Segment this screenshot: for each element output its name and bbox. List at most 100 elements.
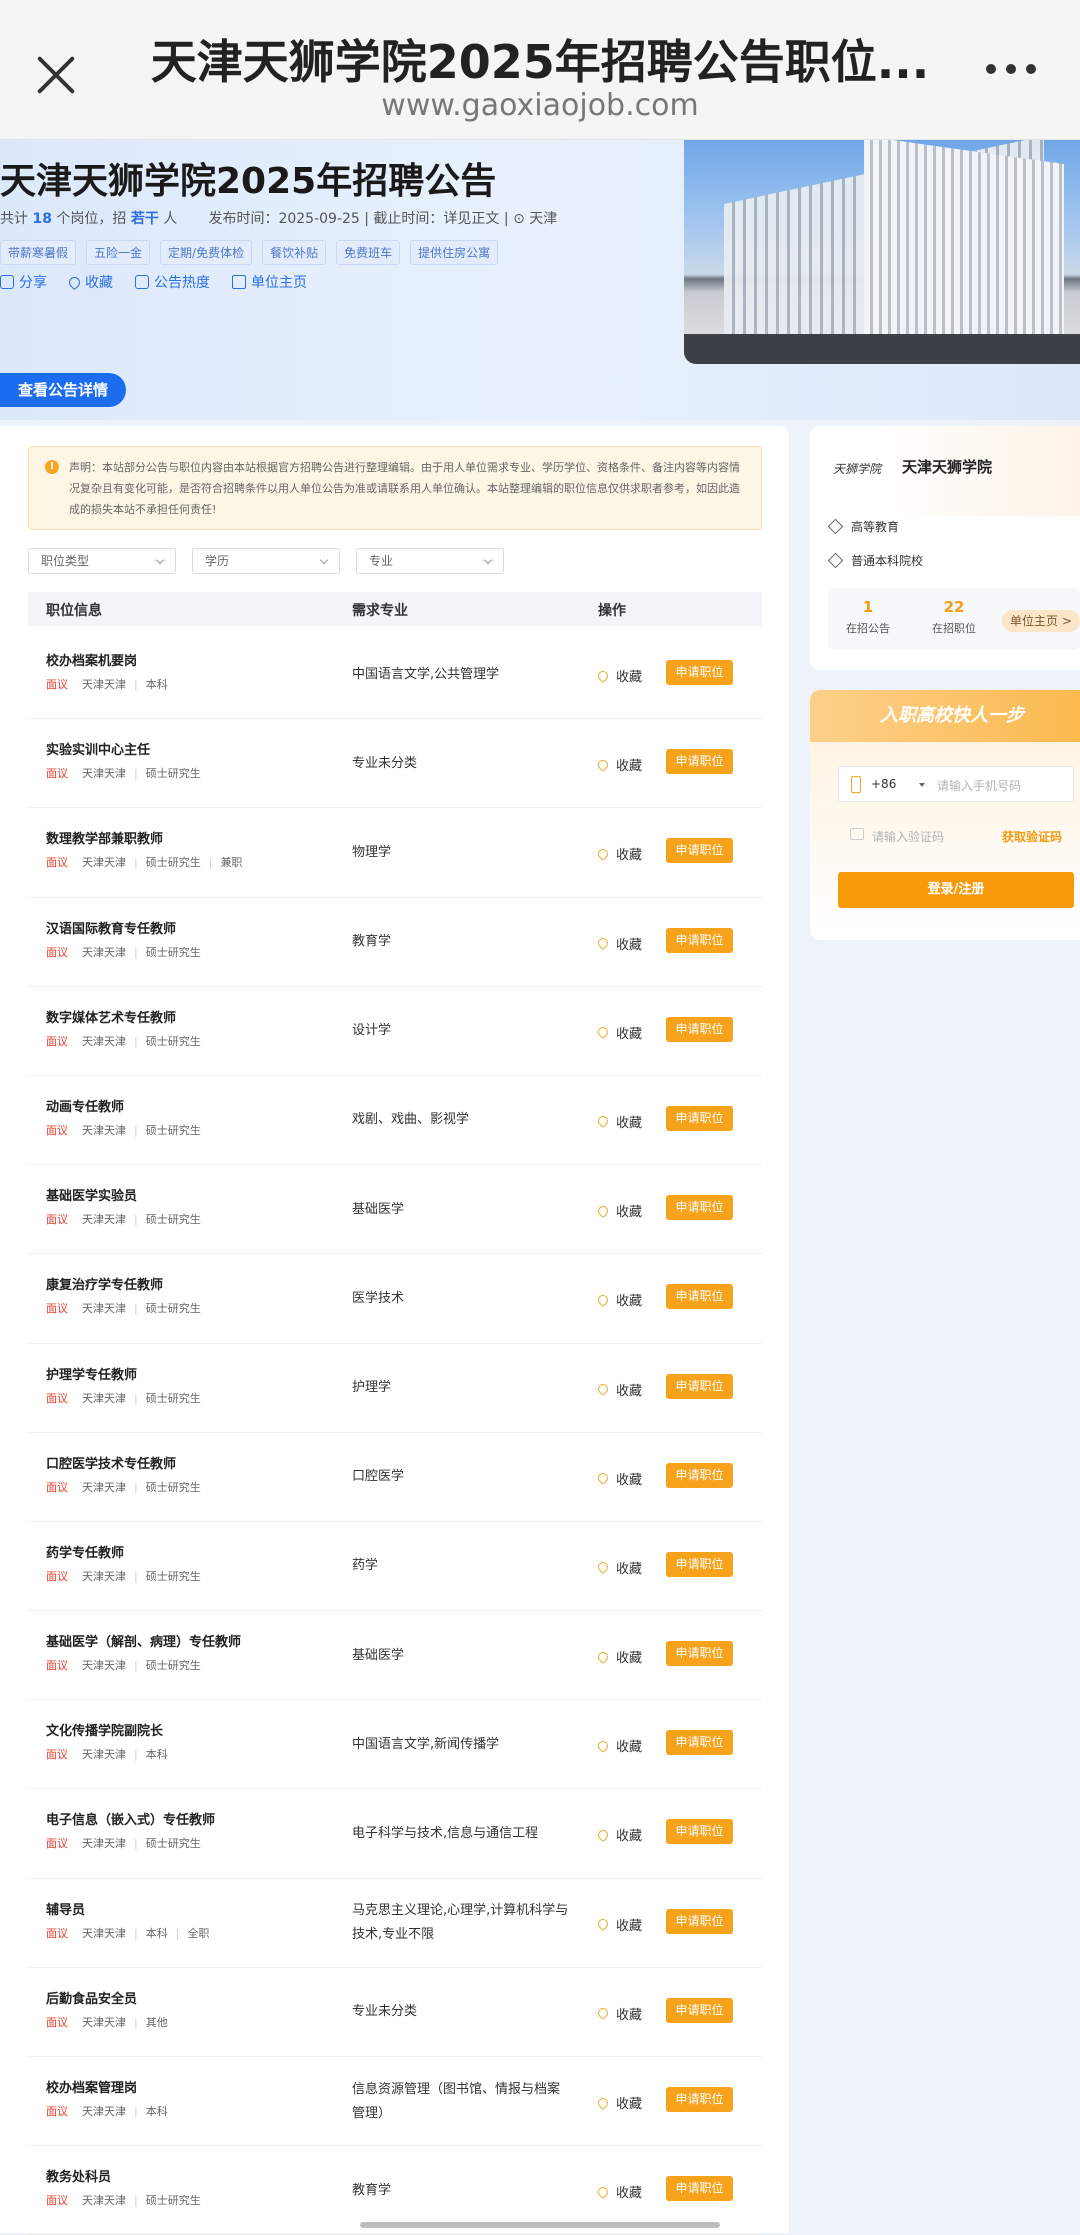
heat-button[interactable]: 公告热度 <box>135 272 210 292</box>
stat-positions[interactable]: 22 在招职位 <box>914 598 994 636</box>
position-meta: 面议 天津天津 | 硕士研究生 <box>46 1835 201 1851</box>
favorite-position-button[interactable]: 收藏 <box>595 1647 642 1666</box>
favorite-position-button[interactable]: 收藏 <box>595 1290 642 1309</box>
position-name[interactable]: 药学专任教师 <box>46 1542 124 1561</box>
close-icon[interactable] <box>30 50 80 100</box>
get-code-button[interactable]: 获取验证码 <box>1002 828 1062 845</box>
favorite-position-button[interactable]: 收藏 <box>595 2004 642 2023</box>
apply-button[interactable]: 申请职位 <box>666 1462 733 1488</box>
position-name[interactable]: 后勤食品安全员 <box>46 1988 137 2007</box>
table-row[interactable]: 数字媒体艺术专任教师 面议 天津天津 | 硕士研究生 设计学 收藏 申请职位 <box>28 987 762 1076</box>
favorite-position-button[interactable]: 收藏 <box>595 1112 642 1131</box>
favorite-position-button[interactable]: 收藏 <box>595 1380 642 1399</box>
apply-button[interactable]: 申请职位 <box>666 660 733 685</box>
apply-button[interactable]: 申请职位 <box>666 1016 733 1042</box>
login-button[interactable]: 登录/注册 <box>838 872 1074 908</box>
table-row[interactable]: 数理教学部兼职教师 面议 天津天津 | 硕士研究生 | 兼职 物理学 收藏 申请职位 <box>28 808 762 898</box>
apply-button[interactable]: 申请职位 <box>666 1819 733 1845</box>
position-name[interactable]: 数理教学部兼职教师 <box>46 828 163 847</box>
favorite-position-button[interactable]: 收藏 <box>595 1736 642 1755</box>
favorite-position-button[interactable]: 收藏 <box>595 1915 642 1934</box>
more-icon[interactable] <box>986 64 1036 74</box>
favorite-position-button[interactable]: 收藏 <box>595 2093 642 2112</box>
apply-button[interactable]: 申请职位 <box>666 1373 733 1399</box>
table-row[interactable]: 口腔医学技术专任教师 面议 天津天津 | 硕士研究生 口腔医学 收藏 申请职位 <box>28 1433 762 1522</box>
position-name[interactable]: 校办档案机要岗 <box>46 650 137 669</box>
unit-home-link[interactable]: 单位主页 <box>232 272 307 292</box>
filter-job-type[interactable]: 职位类型 <box>28 548 176 574</box>
unit-home-button[interactable]: 单位主页 > <box>1002 610 1080 632</box>
table-row[interactable]: 汉语国际教育专任教师 面议 天津天津 | 硕士研究生 教育学 收藏 申请职位 <box>28 898 762 987</box>
table-row[interactable]: 电子信息（嵌入式）专任教师 面议 天津天津 | 硕士研究生 电子科学与技术,信息与通信工程… <box>28 1789 762 1879</box>
table-row[interactable]: 动画专任教师 面议 天津天津 | 硕士研究生 戏剧、戏曲、影视学 收藏 申请职位 <box>28 1076 762 1166</box>
divider: | <box>134 2015 138 2029</box>
favorite-position-button[interactable]: 收藏 <box>595 666 642 685</box>
apply-button[interactable]: 申请职位 <box>666 2176 733 2202</box>
divider: | <box>208 856 213 870</box>
apply-button[interactable]: 申请职位 <box>666 1908 733 1934</box>
table-row[interactable]: 护理学专任教师 面议 天津天津 | 硕士研究生 护理学 收藏 申请职位 <box>28 1344 762 1433</box>
code-input[interactable]: 请输入验证码 获取验证码 <box>838 818 1074 854</box>
position-name[interactable]: 实验实训中心主任 <box>46 739 150 758</box>
position-name[interactable]: 动画专任教师 <box>46 1096 124 1115</box>
apply-button[interactable]: 申请职位 <box>666 749 733 775</box>
position-name[interactable]: 基础医学实验员 <box>46 1185 137 1204</box>
required-major: 专业未分类 <box>352 1968 572 2057</box>
apply-button[interactable]: 申请职位 <box>666 1195 733 1221</box>
apply-button[interactable]: 申请职位 <box>666 1551 733 1577</box>
heart-icon <box>595 1381 611 1397</box>
table-row[interactable]: 康复治疗学专任教师 面议 天津天津 | 硕士研究生 医学技术 收藏 申请职位 <box>28 1254 762 1344</box>
apply-button[interactable]: 申请职位 <box>666 1284 733 1310</box>
apply-button[interactable]: 申请职位 <box>666 838 733 864</box>
table-row[interactable]: 辅导员 面议 天津天津 | 本科 | 全职 马克思主义理论,心理学,计算机科学与技术,专业不限… <box>28 1879 762 1968</box>
view-detail-button[interactable]: 查看公告详情 <box>0 373 127 407</box>
favorite-button[interactable]: 收藏 <box>66 272 113 292</box>
favorite-position-button[interactable]: 收藏 <box>595 934 642 953</box>
city-text: 天津天津 <box>82 1302 126 1316</box>
favorite-position-button[interactable]: 收藏 <box>595 1201 642 1220</box>
position-name[interactable]: 基础医学（解剖、病理）专任教师 <box>46 1631 241 1650</box>
position-name[interactable]: 辅导员 <box>46 1899 85 1918</box>
apply-button[interactable]: 申请职位 <box>666 2087 733 2112</box>
apply-button[interactable]: 申请职位 <box>666 1641 733 1667</box>
position-meta: 面议 天津天津 | 硕士研究生 <box>46 1568 201 1584</box>
share-button[interactable]: 分享 <box>0 272 47 292</box>
position-name[interactable]: 汉语国际教育专任教师 <box>46 918 176 937</box>
position-name[interactable]: 校办档案管理岗 <box>46 2077 137 2096</box>
filter-education[interactable]: 学历 <box>192 548 340 574</box>
position-name[interactable]: 电子信息（嵌入式）专任教师 <box>46 1809 215 1828</box>
position-name[interactable]: 口腔医学技术专任教师 <box>46 1453 176 1472</box>
heart-icon <box>595 1560 611 1575</box>
table-row[interactable]: 后勤食品安全员 面议 天津天津 | 其他 专业未分类 收藏 申请职位 <box>28 1968 762 2057</box>
country-code-select[interactable]: +86 <box>871 777 896 791</box>
favorite-position-button[interactable]: 收藏 <box>595 1558 642 1577</box>
table-row[interactable]: 基础医学实验员 面议 天津天津 | 硕士研究生 基础医学 收藏 申请职位 <box>28 1165 762 1255</box>
table-row[interactable]: 药学专任教师 面议 天津天津 | 硕士研究生 药学 收藏 申请职位 <box>28 1522 762 1612</box>
table-row[interactable]: 基础医学（解剖、病理）专任教师 面议 天津天津 | 硕士研究生 基础医学 收藏 申请职位 <box>28 1611 762 1701</box>
required-major: 电子科学与技术,信息与通信工程 <box>352 1789 572 1878</box>
favorite-position-button[interactable]: 收藏 <box>595 2182 642 2201</box>
apply-button[interactable]: 申请职位 <box>666 927 733 953</box>
table-row[interactable]: 实验实训中心主任 面议 天津天津 | 硕士研究生 专业未分类 收藏 申请职位 <box>28 719 762 809</box>
favorite-position-button[interactable]: 收藏 <box>595 844 642 863</box>
apply-button[interactable]: 申请职位 <box>666 1730 733 1756</box>
position-name[interactable]: 康复治疗学专任教师 <box>46 1274 163 1293</box>
position-name[interactable]: 数字媒体艺术专任教师 <box>46 1007 176 1026</box>
favorite-position-button[interactable]: 收藏 <box>595 755 642 774</box>
position-name[interactable]: 护理学专任教师 <box>46 1364 137 1383</box>
unit-name[interactable]: 天津天狮学院 <box>902 456 992 477</box>
stat-announcements[interactable]: 1 在招公告 <box>828 598 908 636</box>
favorite-position-button[interactable]: 收藏 <box>595 1469 642 1488</box>
apply-button[interactable]: 申请职位 <box>666 1997 733 2023</box>
table-row[interactable]: 校办档案管理岗 面议 天津天津 | 本科 信息资源管理（图书馆、情报与档案管理） 收藏 申请职… <box>28 2057 762 2147</box>
position-name[interactable]: 文化传播学院副院长 <box>46 1720 163 1739</box>
phone-input[interactable]: +86 请输入手机号码 <box>838 766 1074 802</box>
favorite-position-button[interactable]: 收藏 <box>595 1023 642 1042</box>
table-row[interactable]: 文化传播学院副院长 面议 天津天津 | 本科 中国语言文学,新闻传播学 收藏 申请职位 <box>28 1700 762 1790</box>
apply-button[interactable]: 申请职位 <box>666 1105 733 1131</box>
city-text: 天津天津 <box>82 767 126 781</box>
filter-major[interactable]: 专业 <box>356 548 504 574</box>
table-row[interactable]: 校办档案机要岗 面议 天津天津 | 本科 中国语言文学,公共管理学 收藏 申请职位 <box>28 630 762 720</box>
favorite-position-button[interactable]: 收藏 <box>595 1825 642 1844</box>
position-name[interactable]: 教务处科员 <box>46 2166 111 2185</box>
